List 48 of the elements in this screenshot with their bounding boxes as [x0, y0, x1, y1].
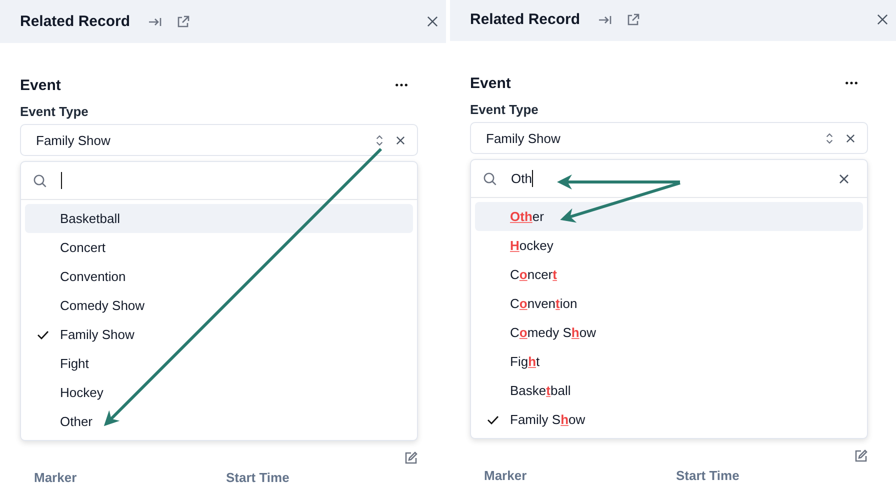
field-label: Event Type: [470, 103, 540, 117]
text-cursor: [532, 170, 533, 187]
dropdown-option[interactable]: Other: [475, 202, 863, 231]
dropdown-option[interactable]: Other: [25, 407, 413, 436]
external-link-icon[interactable]: [626, 12, 640, 26]
dropdown-option[interactable]: Family Show: [475, 405, 863, 434]
check-icon: [486, 414, 498, 424]
column-header: Start Time: [676, 467, 740, 485]
more-icon[interactable]: [395, 83, 408, 87]
clear-search-icon[interactable]: [839, 174, 849, 184]
event-type-select[interactable]: Family Show: [470, 122, 868, 154]
section-title: Event: [20, 76, 61, 94]
dropdown-option[interactable]: Convention: [25, 262, 413, 291]
dropdown-option[interactable]: Comedy Show: [475, 318, 863, 347]
column-header: Start Time: [226, 469, 290, 487]
event-type-select[interactable]: Family Show: [20, 124, 418, 156]
check-icon: [36, 330, 48, 340]
close-icon[interactable]: [427, 16, 438, 27]
sort-caret-icon: [825, 132, 834, 144]
column-header: Marker: [34, 469, 78, 487]
clear-icon[interactable]: [846, 134, 855, 142]
edit-icon[interactable]: [854, 449, 868, 463]
panel-title: Related Record: [470, 11, 580, 28]
column-header: Marker: [484, 467, 528, 485]
dropdown-option[interactable]: Convention: [475, 289, 863, 318]
edit-icon[interactable]: [404, 451, 418, 465]
panel-title: Related Record: [20, 13, 130, 30]
dropdown-option[interactable]: Hockey: [25, 378, 413, 407]
dropdown-option[interactable]: Fight: [25, 349, 413, 378]
dropdown-option[interactable]: Basketball: [475, 376, 863, 405]
dropdown-option[interactable]: Concert: [25, 233, 413, 262]
text-cursor: [61, 172, 62, 189]
external-link-icon[interactable]: [176, 14, 190, 28]
dropdown-option[interactable]: Family Show: [25, 320, 413, 349]
dropdown-option[interactable]: Fight: [475, 347, 863, 376]
section-title: Event: [470, 74, 511, 92]
dropdown-option[interactable]: Basketball: [25, 204, 413, 233]
clear-icon[interactable]: [396, 136, 405, 144]
search-field[interactable]: Oth: [511, 168, 825, 188]
dropdown-option[interactable]: Concert: [475, 260, 863, 289]
dropdown-option[interactable]: Hockey: [475, 231, 863, 260]
search-icon: [483, 172, 497, 186]
sort-caret-icon: [375, 134, 384, 146]
field-label: Event Type: [20, 105, 90, 119]
more-icon[interactable]: [845, 81, 858, 85]
dropdown-option[interactable]: Comedy Show: [25, 291, 413, 320]
close-icon[interactable]: [877, 14, 888, 25]
search-icon: [33, 174, 47, 188]
